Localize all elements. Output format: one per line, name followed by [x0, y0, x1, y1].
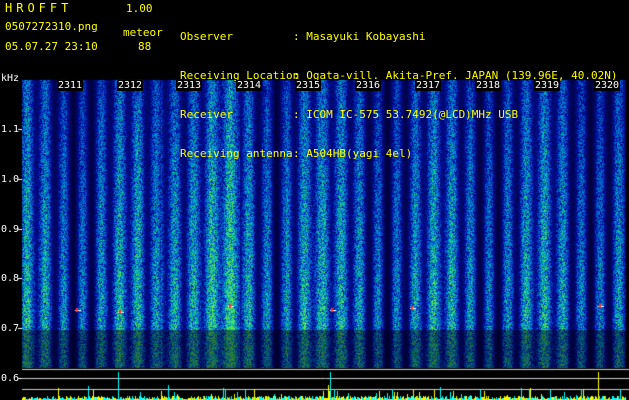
x-tick-label: 2319: [534, 80, 561, 91]
x-tick-label: 2316: [355, 80, 382, 91]
x-tick-label: 2311: [57, 80, 84, 91]
y-tick-label: 0.9: [1, 224, 20, 235]
y-tick-label: 0.8: [1, 273, 20, 284]
meta-key: Receiving antenna: [180, 147, 293, 160]
meteor-count: 88: [138, 40, 152, 53]
x-tick-label: 2314: [236, 80, 263, 91]
meta-row-observer: Observer : Masayuki Kobayashi: [180, 30, 618, 43]
app-version: 1.00: [126, 2, 153, 15]
x-tick-label: 2315: [295, 80, 322, 91]
y-tick-label: 0.7: [1, 323, 20, 334]
y-tick-label: 1.1: [1, 124, 20, 135]
y-tick-label: 1.0: [1, 174, 20, 185]
y-tick-label: 0.6: [1, 373, 20, 384]
observation-type: meteor: [123, 26, 163, 39]
x-tick-label: 2318: [475, 80, 502, 91]
meta-key: Receiver: [180, 108, 233, 121]
meta-row-antenna: Receiving antenna: A504HB(yagi 4el): [180, 147, 618, 160]
meta-value: : ICOM IC-575 53.7492(@LCD)MHz USB: [293, 108, 519, 121]
x-tick-label: 2312: [117, 80, 144, 91]
x-tick-label: 2317: [415, 80, 442, 91]
app-title: HROFFT: [5, 1, 73, 15]
meta-row-receiver: Receiver : ICOM IC-575 53.7492(@LCD)MHz U…: [180, 108, 618, 121]
y-axis-unit: kHz: [1, 73, 20, 84]
observation-datetime: 05.07.27 23:10: [5, 40, 98, 53]
x-tick-label: 2313: [176, 80, 203, 91]
meta-value: : Masayuki Kobayashi: [293, 30, 426, 43]
file-name: 0507272310.png: [5, 20, 98, 33]
x-tick-label: 2320: [594, 80, 621, 91]
meta-value: : A504HB(yagi 4el): [293, 147, 413, 160]
meta-value: : Ogata-vill. Akita-Pref. JAPAN (139.96E…: [293, 69, 618, 82]
meta-key: Observer: [180, 30, 233, 43]
